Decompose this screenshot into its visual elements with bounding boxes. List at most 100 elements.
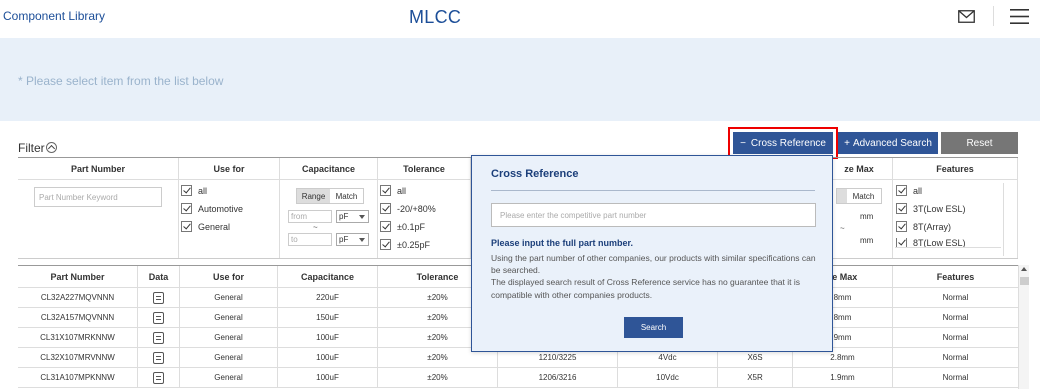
header-part-number[interactable]: Part Number: [18, 266, 138, 287]
table-row[interactable]: CL31A107MPKNNW General 100uF ±20% 1206/3216 1…: [18, 368, 1018, 388]
datasheet-icon[interactable]: [153, 331, 164, 344]
features-checkbox-3t[interactable]: 3T(Low ESL): [896, 203, 966, 214]
size-range-tab[interactable]: [837, 189, 847, 203]
header-features[interactable]: Features: [893, 266, 1018, 287]
checkbox-icon: [181, 185, 192, 196]
checkbox-icon: [181, 221, 192, 232]
features-checkbox-8t-low-esl[interactable]: 8T(Low ESL): [896, 238, 966, 247]
cell-capacitance: 100uF: [278, 328, 378, 347]
datasheet-icon[interactable]: [153, 371, 164, 384]
tolerance-checkbox-20-80[interactable]: -20/+80%: [380, 203, 436, 214]
plus-icon: +: [844, 137, 850, 149]
results-scrollbar[interactable]: [1018, 265, 1029, 389]
filter-header-use-for: Use for: [179, 158, 279, 180]
modal-description: Using the part number of other companies…: [491, 252, 821, 301]
checkbox-icon: [380, 185, 391, 196]
use-for-label: General: [198, 221, 231, 232]
capacitance-from-unit-select[interactable]: pF: [336, 210, 369, 223]
scroll-thumb[interactable]: [1020, 277, 1029, 285]
size-tilde: ~: [840, 224, 845, 233]
mail-icon[interactable]: [958, 10, 975, 23]
checkbox-icon: [181, 203, 192, 214]
capacitance-match-tab[interactable]: Match: [330, 189, 363, 203]
filter-header-features: Features: [893, 158, 1017, 180]
checkbox-icon: [380, 221, 391, 232]
use-for-label: Automotive: [198, 203, 244, 214]
minus-icon: −: [740, 137, 746, 149]
hamburger-menu-icon[interactable]: [1010, 9, 1029, 24]
capacitance-to-unit-select[interactable]: pF: [336, 233, 369, 246]
cell-size-max: 1.9mm: [793, 368, 893, 387]
datasheet-icon[interactable]: [153, 351, 164, 364]
cell-tolerance: ±20%: [378, 368, 498, 387]
checkbox-icon: [380, 239, 391, 250]
modal-title: Cross Reference: [491, 168, 579, 180]
filter-col-use-for: Use for all Automotive General: [179, 158, 280, 258]
advanced-search-label: Advanced Search: [852, 137, 932, 149]
cell-capacitance: 100uF: [278, 348, 378, 367]
checkbox-icon: [896, 238, 907, 247]
checkbox-icon: [896, 221, 907, 232]
scroll-up-icon[interactable]: [1021, 267, 1027, 271]
chevron-up-icon[interactable]: [46, 142, 57, 153]
cell-use-for: General: [180, 308, 278, 327]
cell-size: 1206/3216: [498, 368, 618, 387]
cell-part-number[interactable]: CL32A227MQVNNN: [18, 288, 138, 307]
tolerance-label: ±0.1pF: [397, 221, 425, 232]
modal-divider: [491, 190, 815, 191]
cell-capacitance: 150uF: [278, 308, 378, 327]
cell-features: Normal: [942, 333, 969, 342]
cell-capacitance: 220uF: [278, 288, 378, 307]
cell-data: [138, 288, 180, 307]
cell-data: [138, 308, 180, 327]
size-unit-label: mm: [860, 212, 874, 221]
cell-capacitance: 100uF: [278, 368, 378, 387]
checkbox-icon: [896, 203, 907, 214]
size-match-tab[interactable]: Match: [847, 189, 880, 203]
filter-header-size-max: ze Max: [826, 158, 892, 180]
cell-temp: X5R: [718, 368, 793, 387]
cell-part-number[interactable]: CL31X107MRKNNW: [18, 328, 138, 347]
checkbox-icon: [896, 185, 907, 196]
cell-data: [138, 368, 180, 387]
competitive-part-input[interactable]: Please enter the competitive part number: [491, 203, 816, 227]
tolerance-checkbox-all[interactable]: all: [380, 185, 406, 196]
modal-description-line-2: The displayed search result of Cross Ref…: [491, 277, 800, 300]
use-for-checkbox-all[interactable]: all: [181, 185, 207, 196]
cell-use-for: General: [180, 348, 278, 367]
filter-col-capacitance: Capacitance Range Match from pF ~ to pF: [280, 158, 378, 258]
features-checkbox-8t-array[interactable]: 8T(Array): [896, 221, 951, 232]
use-for-label: all: [198, 185, 208, 196]
cell-part-number[interactable]: CL32A157MQVNNN: [18, 308, 138, 327]
features-horizontal-scrollbar[interactable]: [895, 247, 1001, 256]
cell-features: Normal: [942, 313, 969, 322]
cell-features: Normal: [942, 373, 969, 382]
capacitance-from-input[interactable]: from: [288, 210, 332, 223]
reset-button[interactable]: Reset: [941, 132, 1018, 154]
features-checkbox-all[interactable]: all: [896, 185, 922, 196]
brand-link[interactable]: Component Library: [3, 9, 105, 23]
part-number-input[interactable]: Part Number Keyword: [34, 187, 162, 207]
tolerance-checkbox-0-25pf[interactable]: ±0.25pF: [380, 239, 430, 250]
cell-part-number[interactable]: CL31A107MPKNNW: [18, 368, 138, 387]
use-for-checkbox-general[interactable]: General: [181, 221, 230, 232]
header-capacitance[interactable]: Capacitance: [278, 266, 378, 287]
feature-label: 8T(Low ESL): [913, 238, 966, 247]
features-scrollbar[interactable]: [1003, 183, 1014, 256]
cross-reference-button[interactable]: − Cross Reference: [733, 132, 833, 154]
advanced-search-button[interactable]: + Advanced Search: [838, 132, 938, 154]
capacitance-range-tab[interactable]: Range: [297, 189, 330, 203]
capacitance-to-input[interactable]: to: [288, 233, 332, 246]
datasheet-icon[interactable]: [153, 311, 164, 324]
modal-search-button[interactable]: Search: [624, 317, 683, 338]
use-for-checkbox-automotive[interactable]: Automotive: [181, 203, 243, 214]
filter-col-size-max: ze Max Match mm ~ mm: [826, 158, 893, 258]
tolerance-checkbox-0-1pf[interactable]: ±0.1pF: [380, 221, 425, 232]
header-use-for[interactable]: Use for: [180, 266, 278, 287]
modal-note: Please input the full part number.: [491, 238, 634, 248]
cell-part-number[interactable]: CL32X107MRVNNW: [18, 348, 138, 367]
tolerance-label: -20/+80%: [397, 203, 436, 214]
filter-col-part-number: Part Number Part Number Keyword: [18, 158, 179, 258]
tolerance-label: ±0.25pF: [397, 239, 430, 250]
datasheet-icon[interactable]: [153, 291, 164, 304]
